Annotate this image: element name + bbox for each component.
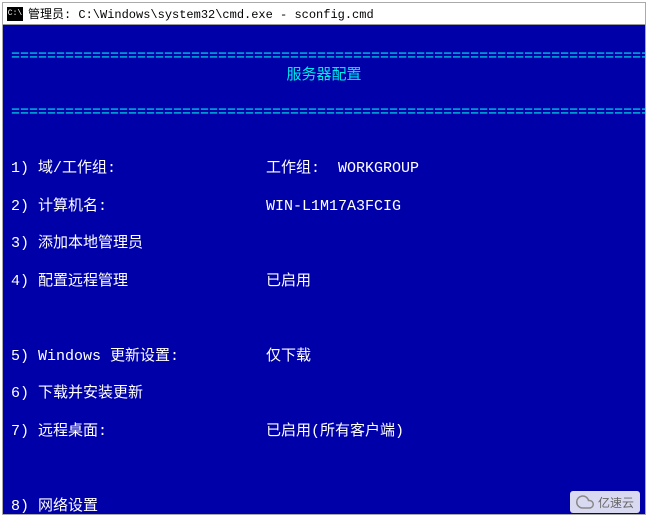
window-title: 管理员: C:\Windows\system32\cmd.exe - sconf… bbox=[28, 5, 374, 22]
divider-bottom: ========================================… bbox=[11, 104, 645, 121]
config-title: 服务器配置 bbox=[11, 67, 637, 86]
console-area[interactable]: ========================================… bbox=[3, 25, 645, 514]
watermark: 亿速云 bbox=[570, 491, 640, 513]
cmd-icon: C:\ bbox=[7, 7, 23, 21]
menu-item-7: 7) 远程桌面:已启用(所有客户端) bbox=[11, 423, 637, 442]
menu-item-4: 4) 配置远程管理已启用 bbox=[11, 273, 637, 292]
menu-item-6: 6) 下载并安装更新 bbox=[11, 385, 637, 404]
menu-item-5: 5) Windows 更新设置:仅下载 bbox=[11, 348, 637, 367]
menu-item-8: 8) 网络设置 bbox=[11, 498, 637, 514]
titlebar[interactable]: C:\ 管理员: C:\Windows\system32\cmd.exe - s… bbox=[3, 3, 645, 25]
divider-top: ========================================… bbox=[11, 48, 645, 65]
window-frame: C:\ 管理员: C:\Windows\system32\cmd.exe - s… bbox=[2, 2, 646, 515]
cloud-icon bbox=[576, 493, 594, 511]
watermark-text: 亿速云 bbox=[598, 494, 634, 511]
menu-item-3: 3) 添加本地管理员 bbox=[11, 235, 637, 254]
menu-item-2: 2) 计算机名:WIN-L1M17A3FCIG bbox=[11, 198, 637, 217]
menu-item-1: 1) 域/工作组:工作组: WORKGROUP bbox=[11, 160, 637, 179]
